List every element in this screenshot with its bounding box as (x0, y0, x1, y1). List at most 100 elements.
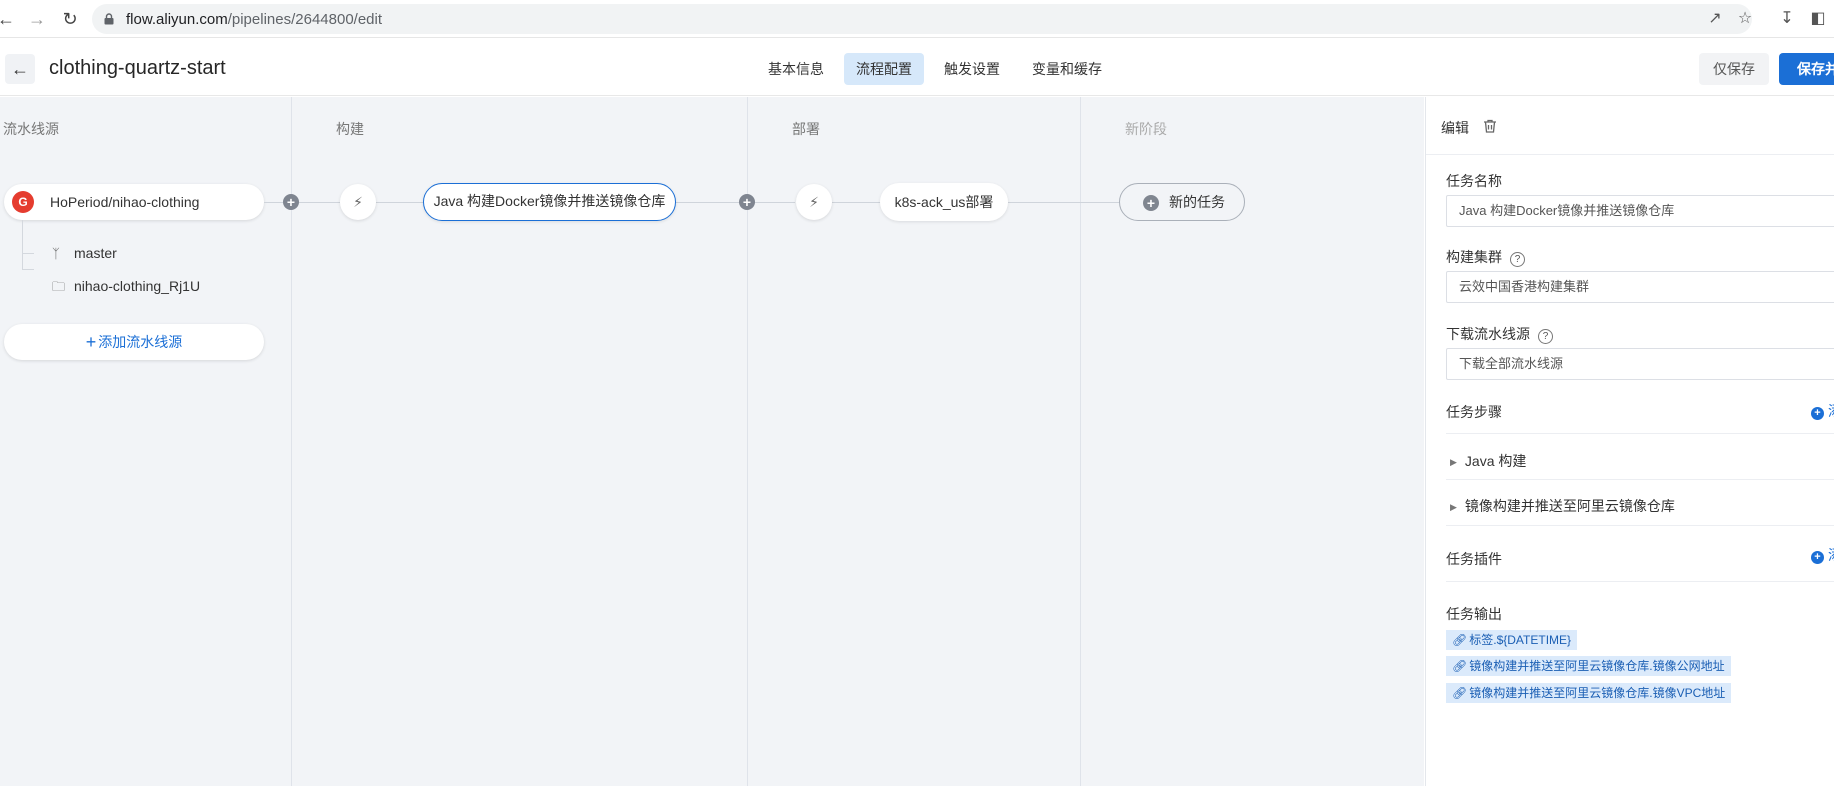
source-folder: 🗀 nihao-clothing_Rj1U (52, 278, 200, 300)
download-source-select[interactable]: 下载全部流水线源 (1446, 348, 1834, 380)
add-step-button[interactable]: +添 (1811, 401, 1834, 421)
task-outputs-title: 任务输出 (1446, 606, 1502, 622)
trigger-bolt-icon[interactable]: ⚡︎ (796, 184, 832, 220)
task-edit-panel: 编辑 任务名称 Java 构建Docker镜像并推送镜像仓库 构建集群? 云效中… (1425, 97, 1834, 786)
connector-line (675, 202, 795, 203)
add-stage-plus-icon[interactable]: + (283, 194, 299, 210)
output-tag-label: 镜像构建并推送至阿里云镜像仓库.镜像VPC地址 (1469, 686, 1726, 700)
download-source-label-text: 下载流水线源 (1446, 326, 1530, 342)
build-cluster-label: 构建集群? (1446, 247, 1525, 267)
folder-name: nihao-clothing_Rj1U (74, 278, 201, 294)
download-source-label: 下载流水线源? (1446, 324, 1553, 344)
add-stage-plus-icon[interactable]: + (739, 194, 755, 210)
task-name-input[interactable]: Java 构建Docker镜像并推送镜像仓库 (1446, 195, 1834, 227)
caret-right-icon: ▶ (1450, 457, 1457, 467)
new-task-label: 新的任务 (1169, 194, 1225, 210)
deploy-job-node[interactable]: k8s-ack_us部署 (880, 183, 1008, 221)
help-icon[interactable]: ? (1538, 329, 1553, 344)
stage-title-build: 构建 (336, 121, 364, 137)
stage-divider (1080, 97, 1081, 786)
divider (1446, 581, 1834, 582)
app-header: ← clothing-quartz-start 基本信息 流程配置 触发设置 变… (0, 38, 1834, 96)
tab-variables-cache[interactable]: 变量和缓存 (1020, 53, 1114, 85)
back-button[interactable]: ← (5, 54, 35, 84)
connector-line (832, 202, 882, 203)
build-cluster-select[interactable]: 云效中国香港构建集群 (1446, 271, 1834, 303)
output-tag[interactable]: 🔗︎ 标签.${DATETIME} (1446, 630, 1578, 650)
git-branch-icon: ᛉ (52, 246, 60, 261)
add-plugin-button[interactable]: +添 (1811, 545, 1834, 565)
share-icon[interactable]: ↗ (1705, 9, 1725, 29)
browser-toolbar: ← → ↻ flow.aliyun.com/pipelines/2644800/… (0, 0, 1834, 38)
output-tag[interactable]: 🔗︎ 镜像构建并推送至阿里云镜像仓库.镜像VPC地址 (1446, 683, 1732, 703)
plus-icon: + (1143, 195, 1159, 211)
connector-line (1008, 202, 1120, 203)
divider (1446, 433, 1834, 434)
tab-flow-config[interactable]: 流程配置 (844, 53, 924, 85)
add-source-button[interactable]: + 添加流水线源 (4, 324, 264, 360)
stage-title-source: 流水线源 (3, 121, 59, 137)
plus-circle-icon: + (1811, 551, 1824, 564)
build-job-node[interactable]: Java 构建Docker镜像并推送镜像仓库 (423, 183, 676, 221)
link-icon: 🔗︎ (1452, 659, 1468, 673)
step-label: Java 构建 (1464, 453, 1527, 469)
pipeline-canvas: 流水线源 构建 部署 新阶段 G HoPeriod/nihao-clothing… (0, 97, 1424, 786)
task-name-label: 任务名称 (1446, 173, 1502, 189)
tree-line (22, 220, 23, 270)
caret-right-icon: ▶ (1450, 502, 1457, 512)
tree-branch-line (22, 269, 34, 270)
url-host: flow.aliyun.com (126, 11, 228, 28)
step-item-image-push[interactable]: ▶ 镜像构建并推送至阿里云镜像仓库 (1450, 496, 1675, 516)
save-only-button[interactable]: 仅保存 (1699, 53, 1769, 85)
url-text: flow.aliyun.com/pipelines/2644800/edit (126, 11, 382, 28)
add-plugin-label: 添 (1828, 547, 1834, 563)
browser-reload-icon[interactable]: ↻ (60, 9, 80, 29)
add-step-label: 添 (1828, 403, 1834, 419)
page-title: clothing-quartz-start (49, 57, 226, 79)
save-and-run-button[interactable]: 保存并 (1779, 53, 1834, 85)
connector-line (264, 202, 340, 203)
output-tag[interactable]: 🔗︎ 镜像构建并推送至阿里云镜像仓库.镜像公网地址 (1446, 656, 1731, 676)
source-name: HoPeriod/nihao-clothing (50, 194, 200, 210)
step-label: 镜像构建并推送至阿里云镜像仓库 (1464, 498, 1675, 514)
plus-icon: + (85, 332, 97, 352)
output-tag-label: 镜像构建并推送至阿里云镜像仓库.镜像公网地址 (1469, 659, 1725, 673)
help-icon[interactable]: ? (1510, 252, 1525, 267)
link-icon: 🔗︎ (1452, 633, 1468, 647)
build-cluster-label-text: 构建集群 (1446, 249, 1502, 265)
divider (1446, 525, 1834, 526)
sidebar-panel-icon[interactable]: ◧ (1808, 9, 1828, 29)
browser-forward-icon[interactable]: → (27, 9, 47, 29)
lock-icon (104, 13, 114, 25)
task-plugins-title: 任务插件 (1446, 551, 1502, 567)
tree-branch-line (22, 253, 34, 254)
stage-title-deploy: 部署 (792, 121, 820, 137)
step-item-java-build[interactable]: ▶ Java 构建 (1450, 451, 1526, 471)
url-path: /pipelines/2644800/edit (227, 11, 383, 28)
plus-circle-icon: + (1811, 407, 1824, 420)
source-card[interactable]: G HoPeriod/nihao-clothing (4, 184, 264, 220)
browser-back-icon[interactable]: ← (0, 9, 16, 29)
link-icon: 🔗︎ (1452, 686, 1468, 700)
address-bar[interactable]: flow.aliyun.com/pipelines/2644800/edit (92, 4, 1752, 34)
add-source-label: 添加流水线源 (98, 334, 183, 350)
branch-name: master (74, 245, 117, 261)
tab-trigger-settings[interactable]: 触发设置 (932, 53, 1012, 85)
trigger-bolt-icon[interactable]: ⚡︎ (340, 184, 376, 220)
folder-icon: 🗀 (52, 279, 66, 294)
divider (1426, 154, 1834, 155)
trash-icon[interactable] (1482, 118, 1498, 134)
divider (1446, 479, 1834, 480)
stage-title-new[interactable]: 新阶段 (1125, 119, 1167, 139)
panel-edit-title: 编辑 (1441, 120, 1469, 136)
tab-basic-info[interactable]: 基本信息 (756, 53, 836, 85)
output-tag-label: 标签.${DATETIME} (1469, 633, 1572, 647)
task-steps-title: 任务步骤 (1446, 404, 1502, 420)
star-icon[interactable]: ☆ (1735, 9, 1755, 29)
download-icon[interactable]: ↧ (1777, 9, 1797, 29)
source-logo-icon: G (12, 191, 34, 213)
connector-line (376, 202, 424, 203)
arrow-left-icon: ← (11, 59, 29, 79)
new-task-button[interactable]: + 新的任务 (1119, 183, 1245, 221)
tab-bar: 基本信息 流程配置 触发设置 变量和缓存 (756, 53, 1122, 85)
